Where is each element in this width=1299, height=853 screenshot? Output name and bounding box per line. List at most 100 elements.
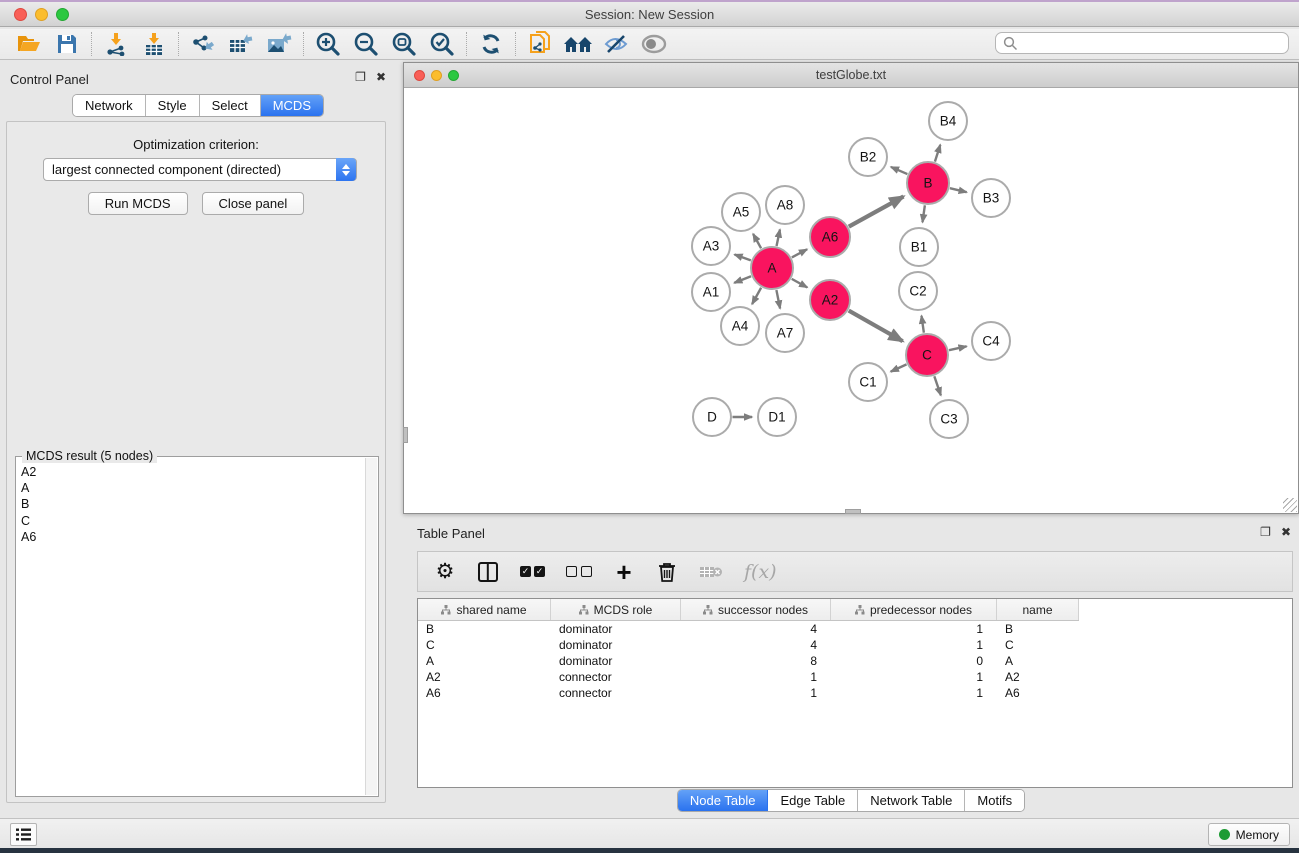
graph-node-B3[interactable]: B3	[972, 179, 1010, 217]
delete-column-icon[interactable]	[656, 561, 678, 583]
task-history-button[interactable]	[10, 823, 37, 846]
graph-node-B2[interactable]: B2	[849, 138, 887, 176]
mcds-result-list[interactable]: A2ABCA6	[18, 459, 364, 794]
table-row[interactable]: Bdominator41B	[418, 621, 1079, 637]
result-scrollbar[interactable]	[365, 458, 377, 795]
zoom-out-icon[interactable]	[347, 30, 385, 58]
table-cell[interactable]: A2	[418, 669, 551, 685]
resize-grip[interactable]	[1283, 498, 1297, 512]
graph-node-A1[interactable]: A1	[692, 273, 730, 311]
graph-edge-B-B4[interactable]	[935, 145, 940, 162]
table-cell[interactable]: 4	[681, 621, 831, 637]
graph-node-C[interactable]: C	[906, 334, 948, 376]
graph-edge-A2-C[interactable]	[849, 311, 903, 342]
zoom-fit-icon[interactable]	[385, 30, 423, 58]
tab-network[interactable]: Network	[73, 95, 146, 116]
table-row[interactable]: Cdominator41C	[418, 637, 1079, 653]
graph-node-A2[interactable]: A2	[810, 280, 850, 320]
table-cell[interactable]: 1	[831, 621, 997, 637]
table-cell[interactable]: A6	[418, 685, 551, 701]
table-cell[interactable]: dominator	[551, 621, 681, 637]
column-header-shared-name[interactable]: shared name	[418, 599, 551, 620]
close-panel-icon[interactable]: ✖	[376, 70, 386, 84]
search-input[interactable]	[995, 32, 1289, 54]
table-cell[interactable]: A	[997, 653, 1079, 669]
open-file-icon[interactable]	[10, 30, 48, 58]
table-cell[interactable]: 1	[831, 685, 997, 701]
graph-edge-C-C1[interactable]	[891, 364, 907, 371]
close-panel-button[interactable]: Close panel	[202, 192, 305, 215]
add-column-icon[interactable]: +	[613, 562, 635, 582]
result-item[interactable]: A6	[21, 529, 364, 545]
import-network-icon[interactable]	[97, 30, 135, 58]
tab-motifs[interactable]: Motifs	[965, 790, 1024, 811]
graph-edge-A-A7[interactable]	[776, 290, 780, 308]
column-header-successor-nodes[interactable]: successor nodes	[681, 599, 831, 620]
table-cell[interactable]: B	[418, 621, 551, 637]
table-row[interactable]: Adominator80A	[418, 653, 1079, 669]
column-header-predecessor-nodes[interactable]: predecessor nodes	[831, 599, 997, 620]
save-session-icon[interactable]	[48, 30, 86, 58]
select-all-columns-icon[interactable]: ✓✓	[520, 566, 545, 577]
splitter-handle[interactable]	[845, 509, 861, 514]
export-image-icon[interactable]	[260, 30, 298, 58]
graph-node-B4[interactable]: B4	[929, 102, 967, 140]
graph-node-A3[interactable]: A3	[692, 227, 730, 265]
graph-node-A7[interactable]: A7	[766, 314, 804, 352]
graph-node-A4[interactable]: A4	[721, 307, 759, 345]
result-item[interactable]: A2	[21, 464, 364, 480]
graph-edge-C-C3[interactable]	[934, 376, 941, 395]
network-canvas[interactable]: B4B2BB3A5A8A6A3B1AA1A2C2A4A7C4CC1C3DD1	[405, 88, 1297, 512]
graph-edge-C-C2[interactable]	[921, 316, 923, 333]
close-panel-icon[interactable]: ✖	[1281, 525, 1291, 539]
tab-network-table[interactable]: Network Table	[858, 790, 965, 811]
graph-edge-B-B2[interactable]	[891, 167, 907, 174]
clone-network-icon[interactable]	[521, 30, 559, 58]
table-settings-icon[interactable]: ⚙	[434, 562, 456, 582]
float-panel-icon[interactable]: ❐	[355, 70, 366, 84]
show-graphics-details-icon[interactable]	[635, 30, 673, 58]
table-cell[interactable]: A	[418, 653, 551, 669]
graph-edge-A6-B[interactable]	[849, 197, 904, 227]
graph-node-D[interactable]: D	[693, 398, 731, 436]
table-cell[interactable]: 1	[681, 669, 831, 685]
table-row[interactable]: A2connector11A2	[418, 669, 1079, 685]
network-graph[interactable]: B4B2BB3A5A8A6A3B1AA1A2C2A4A7C4CC1C3DD1	[405, 88, 1297, 512]
table-cell[interactable]: 4	[681, 637, 831, 653]
graph-node-C3[interactable]: C3	[930, 400, 968, 438]
graph-node-D1[interactable]: D1	[758, 398, 796, 436]
graph-node-B1[interactable]: B1	[900, 228, 938, 266]
float-panel-icon[interactable]: ❐	[1260, 525, 1271, 539]
graph-edge-A-A5[interactable]	[753, 234, 761, 248]
table-cell[interactable]: A6	[997, 685, 1079, 701]
graph-edge-C-C4[interactable]	[949, 346, 967, 350]
graph-edge-A-A6[interactable]	[792, 249, 807, 257]
network-window-titlebar[interactable]: testGlobe.txt	[404, 63, 1298, 88]
hide-graphics-details-icon[interactable]	[597, 30, 635, 58]
table-cell[interactable]: A2	[997, 669, 1079, 685]
tab-style[interactable]: Style	[146, 95, 200, 116]
zoom-in-icon[interactable]	[309, 30, 347, 58]
tab-select[interactable]: Select	[200, 95, 261, 116]
table-cell[interactable]: 0	[831, 653, 997, 669]
result-item[interactable]: C	[21, 513, 364, 529]
export-table-icon[interactable]	[222, 30, 260, 58]
table-cell[interactable]: 1	[831, 637, 997, 653]
run-mcds-button[interactable]: Run MCDS	[88, 192, 188, 215]
tab-mcds[interactable]: MCDS	[261, 95, 323, 116]
deselect-all-columns-icon[interactable]	[566, 566, 592, 577]
table-cell[interactable]: dominator	[551, 653, 681, 669]
graph-edge-A-A1[interactable]	[734, 276, 751, 283]
graph-edge-A-A3[interactable]	[735, 254, 751, 260]
graph-edge-A-A8[interactable]	[777, 229, 780, 245]
result-item[interactable]: B	[21, 496, 364, 512]
refresh-icon[interactable]	[472, 30, 510, 58]
table-cell[interactable]: connector	[551, 685, 681, 701]
result-item[interactable]: A	[21, 480, 364, 496]
graph-node-B[interactable]: B	[907, 162, 949, 204]
export-network-icon[interactable]	[184, 30, 222, 58]
graph-node-C2[interactable]: C2	[899, 272, 937, 310]
graph-edge-B-B1[interactable]	[922, 205, 924, 222]
table-cell[interactable]: 1	[831, 669, 997, 685]
graph-node-C4[interactable]: C4	[972, 322, 1010, 360]
